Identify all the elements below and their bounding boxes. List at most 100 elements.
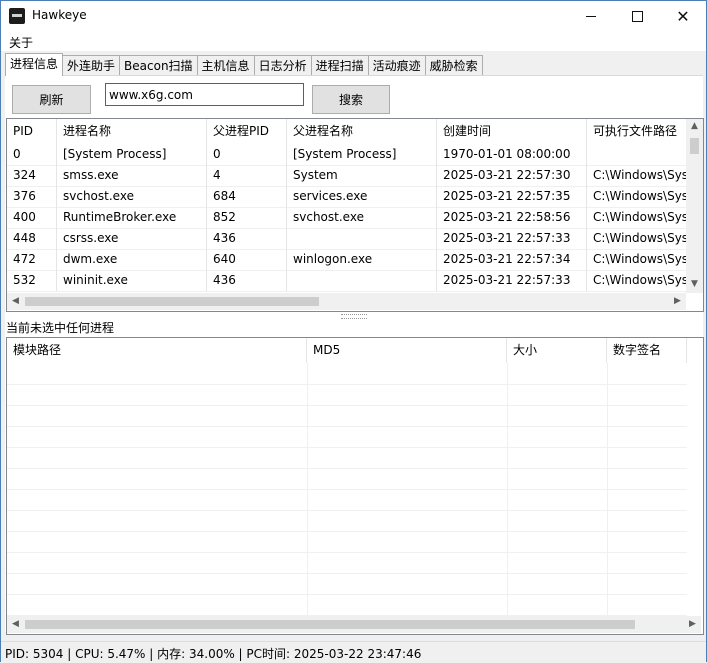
cell-exe-path: [587, 144, 687, 165]
process-vertical-scrollbar[interactable]: ▲ ▼: [686, 119, 703, 293]
cell-parent-pid: 436: [207, 228, 287, 249]
cell-process-name: [System Process]: [57, 144, 207, 165]
cell-parent-name: [287, 228, 437, 249]
cell-create-time: 2025-03-21 22:57:34: [437, 249, 587, 270]
cell-process-name: wininit.exe: [57, 270, 207, 291]
title-bar[interactable]: Hawkeye ✕: [1, 1, 706, 32]
process-table[interactable]: PID 进程名称 父进程PID 父进程名称 创建时间 可执行文件路径 0 [Sys…: [6, 118, 704, 312]
scroll-right-arrow-icon[interactable]: ▶: [684, 619, 701, 629]
refresh-button[interactable]: 刷新: [12, 85, 91, 114]
tab-host-info[interactable]: 主机信息: [196, 55, 255, 76]
scroll-down-arrow-icon[interactable]: ▼: [686, 279, 703, 289]
horizontal-scroll-thumb[interactable]: [25, 620, 635, 629]
cell-parent-name: winlogon.exe: [287, 249, 437, 270]
grid-line: [7, 447, 687, 448]
maximize-button[interactable]: [614, 1, 660, 32]
cell-parent-name: svchost.exe: [287, 207, 437, 228]
search-button[interactable]: 搜索: [312, 85, 390, 114]
grid-line: [7, 405, 687, 406]
table-row[interactable]: 472 dwm.exe 640 winlogon.exe 2025-03-21 22:5…: [7, 249, 687, 271]
column-header-module-path[interactable]: 模块路径: [7, 338, 307, 363]
grid-line: [7, 468, 687, 469]
grid-line: [7, 573, 687, 574]
minimize-button[interactable]: [568, 1, 614, 32]
table-row[interactable]: 532 wininit.exe 436 2025-03-21 22:57:33 C:\W…: [7, 270, 687, 292]
cell-parent-pid: 4: [207, 165, 287, 186]
column-header-md5[interactable]: MD5: [307, 338, 507, 363]
selection-status: 当前未选中任何进程: [6, 321, 115, 335]
cell-pid: 324: [7, 165, 57, 186]
column-header-size[interactable]: 大小: [507, 338, 607, 363]
grid-line: [7, 384, 687, 385]
module-table[interactable]: 模块路径 MD5 大小 数字签名 ◀ ▶: [6, 337, 704, 635]
tab-process-scan[interactable]: 进程扫描: [310, 55, 369, 76]
close-button[interactable]: ✕: [660, 1, 706, 32]
grid-line: [7, 426, 687, 427]
process-horizontal-scrollbar[interactable]: ◀ ▶: [7, 293, 686, 310]
cell-create-time: 2025-03-21 22:57:33: [437, 228, 587, 249]
cell-create-time: 2025-03-21 22:57:35: [437, 186, 587, 207]
status-bar: PID: 5304 | CPU: 5.47% | 内存: 34.00% | PC…: [1, 641, 706, 663]
search-input[interactable]: www.x6g.com: [105, 83, 304, 106]
cell-exe-path: C:\Windows\Sys: [587, 207, 687, 228]
scroll-left-arrow-icon[interactable]: ◀: [7, 296, 24, 306]
cell-exe-path: C:\Windows\Sys: [587, 270, 687, 291]
cell-parent-pid: 852: [207, 207, 287, 228]
cell-create-time: 2025-03-21 22:58:56: [437, 207, 587, 228]
cell-create-time: 1970-01-01 08:00:00: [437, 144, 587, 165]
column-header-process-name[interactable]: 进程名称: [57, 119, 207, 144]
app-icon: [9, 8, 25, 24]
module-horizontal-scrollbar[interactable]: ◀ ▶: [7, 616, 701, 633]
column-header-pid[interactable]: PID: [7, 119, 57, 144]
column-header-parent-pid[interactable]: 父进程PID: [207, 119, 287, 144]
column-separator: [307, 363, 308, 616]
vertical-scroll-thumb[interactable]: [690, 138, 699, 154]
column-header-parent-name[interactable]: 父进程名称: [287, 119, 437, 144]
cell-create-time: 2025-03-21 22:57:33: [437, 270, 587, 291]
grid-line: [7, 594, 687, 595]
panel-splitter[interactable]: [341, 314, 367, 319]
column-header-signature[interactable]: 数字签名: [607, 338, 687, 363]
cell-parent-name: services.exe: [287, 186, 437, 207]
tab-activity-traces[interactable]: 活动痕迹: [367, 55, 426, 76]
cell-parent-pid: 0: [207, 144, 287, 165]
cell-parent-pid: 684: [207, 186, 287, 207]
cell-create-time: 2025-03-21 22:57:30: [437, 165, 587, 186]
cell-parent-name: [System Process]: [287, 144, 437, 165]
cell-pid: 448: [7, 228, 57, 249]
cell-process-name: RuntimeBroker.exe: [57, 207, 207, 228]
tab-log-analysis[interactable]: 日志分析: [253, 55, 312, 76]
tab-threat-search[interactable]: 威胁检索: [424, 55, 483, 76]
cell-parent-pid: 436: [207, 270, 287, 291]
column-header-create-time[interactable]: 创建时间: [437, 119, 587, 144]
column-separator: [607, 363, 608, 616]
scroll-left-arrow-icon[interactable]: ◀: [7, 619, 24, 629]
tab-strip: 进程信息 外连助手 Beacon扫描 主机信息 日志分析 进程扫描 活动痕迹 威…: [5, 53, 483, 76]
cell-parent-name: [287, 270, 437, 291]
tab-outbound-helper[interactable]: 外连助手: [62, 55, 121, 76]
table-row[interactable]: 448 csrss.exe 436 2025-03-21 22:57:33 C:\Win…: [7, 228, 687, 250]
table-row[interactable]: 376 svchost.exe 684 services.exe 2025-03-21 …: [7, 186, 687, 208]
table-row[interactable]: 324 smss.exe 4 System 2025-03-21 22:57:30 C:\…: [7, 165, 687, 187]
cell-parent-pid: 640: [207, 249, 287, 270]
grid-line: [7, 531, 687, 532]
cell-pid: 472: [7, 249, 57, 270]
horizontal-scroll-thumb[interactable]: [25, 297, 319, 306]
menu-about[interactable]: 关于: [9, 34, 33, 51]
scroll-right-arrow-icon[interactable]: ▶: [669, 296, 686, 306]
scroll-up-arrow-icon[interactable]: ▲: [686, 121, 703, 131]
grid-line: [7, 552, 687, 553]
tab-process-info[interactable]: 进程信息: [5, 53, 64, 76]
cell-process-name: csrss.exe: [57, 228, 207, 249]
cell-process-name: dwm.exe: [57, 249, 207, 270]
cell-exe-path: C:\Windows\Sys: [587, 186, 687, 207]
table-row[interactable]: 0 [System Process] 0 [System Process] 1970-0…: [7, 144, 687, 166]
cell-process-name: smss.exe: [57, 165, 207, 186]
column-header-exe-path[interactable]: 可执行文件路径: [587, 119, 687, 144]
cell-pid: 400: [7, 207, 57, 228]
table-row[interactable]: 400 RuntimeBroker.exe 852 svchost.exe 2025-0…: [7, 207, 687, 229]
cell-process-name: svchost.exe: [57, 186, 207, 207]
cell-pid: 376: [7, 186, 57, 207]
tab-beacon-scan[interactable]: Beacon扫描: [119, 55, 198, 76]
cell-pid: 0: [7, 144, 57, 165]
